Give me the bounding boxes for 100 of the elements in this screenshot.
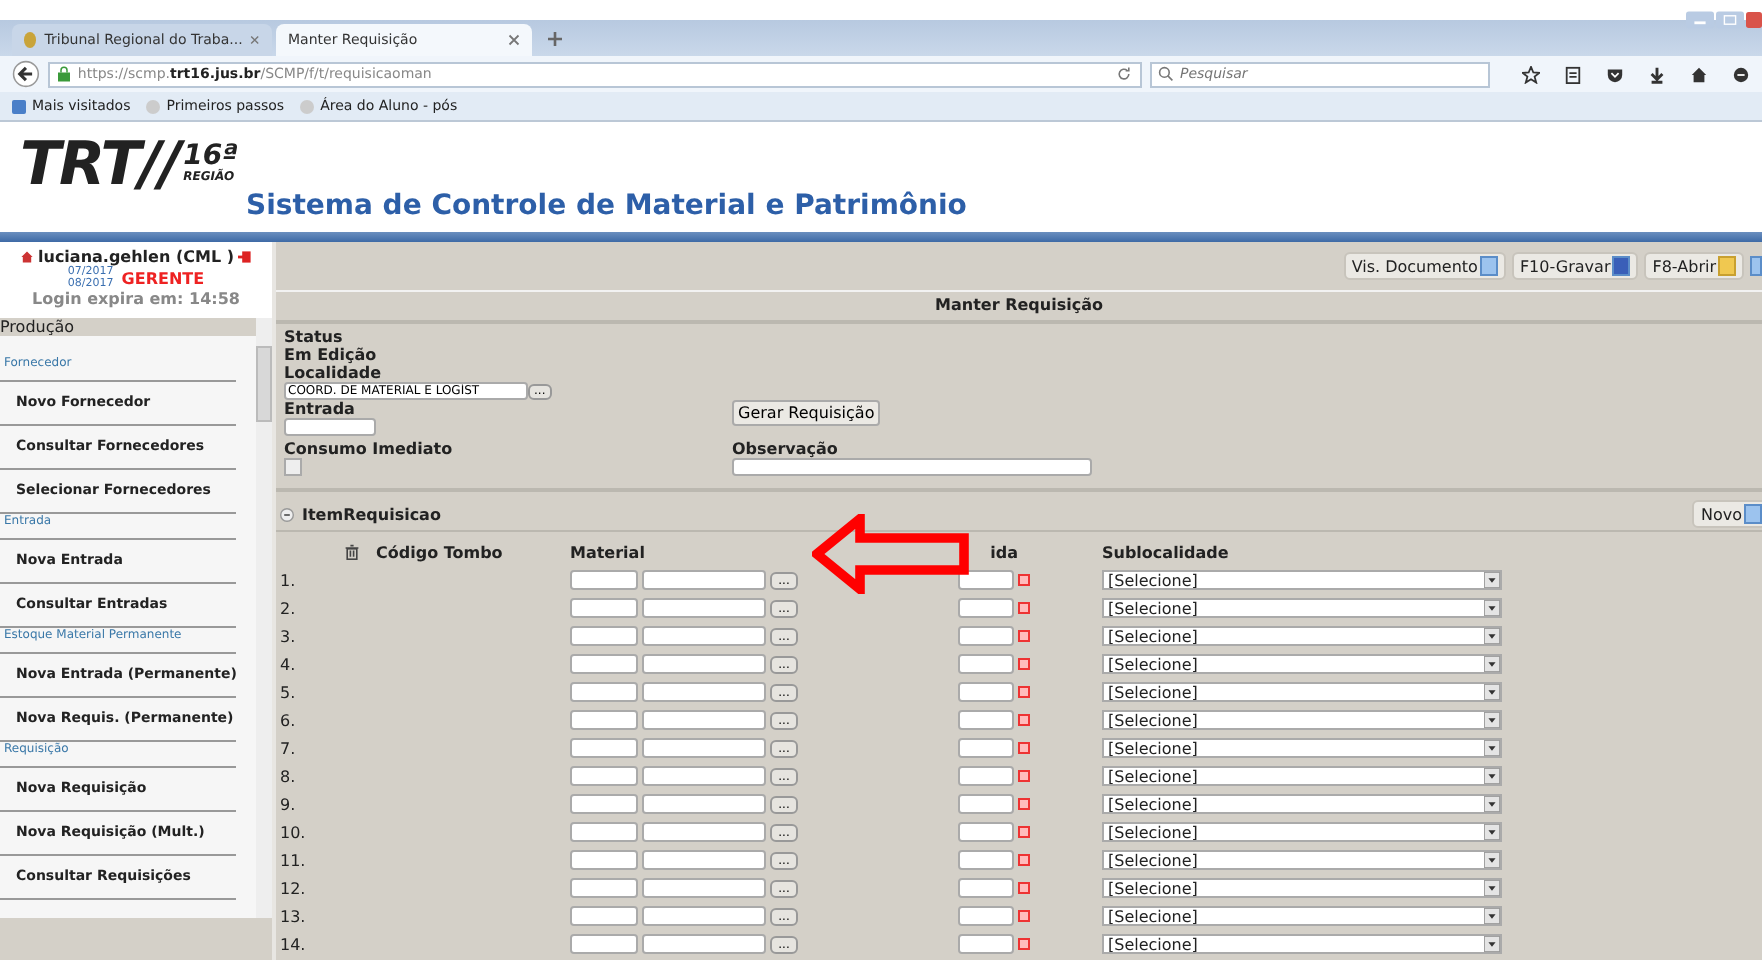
material-field[interactable] bbox=[642, 850, 766, 870]
material-code-field[interactable] bbox=[570, 738, 638, 758]
clipboard-icon[interactable] bbox=[1564, 65, 1582, 83]
sublocation-select[interactable]: [Selecione] bbox=[1102, 906, 1502, 926]
sublocation-select[interactable]: [Selecione] bbox=[1102, 710, 1502, 730]
material-field[interactable] bbox=[642, 598, 766, 618]
status-value: Em Edição bbox=[284, 346, 377, 364]
section-title: ItemRequisicao bbox=[302, 505, 443, 523]
sublocation-select[interactable]: [Selecione] bbox=[1102, 766, 1502, 786]
quantity-field[interactable] bbox=[958, 654, 1014, 674]
quantity-field[interactable] bbox=[958, 682, 1014, 702]
material-code-field[interactable] bbox=[570, 906, 638, 926]
checkbox[interactable] bbox=[284, 458, 302, 476]
material-field[interactable] bbox=[642, 738, 766, 758]
sublocation-select[interactable]: [Selecione] bbox=[1102, 794, 1502, 814]
dropdown-icon bbox=[1484, 908, 1500, 924]
row-number: 10. bbox=[278, 823, 308, 841]
material-code-field[interactable] bbox=[570, 710, 638, 730]
observacao-field[interactable] bbox=[732, 458, 1092, 476]
plus-icon[interactable] bbox=[548, 32, 562, 46]
sublocation-select[interactable]: [Selecione] bbox=[1102, 598, 1502, 618]
close-icon[interactable] bbox=[1746, 8, 1762, 32]
home-icon[interactable] bbox=[1690, 65, 1708, 83]
material-field[interactable] bbox=[642, 766, 766, 786]
quantity-field[interactable] bbox=[958, 850, 1014, 870]
material-code-field[interactable] bbox=[570, 626, 638, 646]
home-icon[interactable] bbox=[20, 250, 34, 264]
material-code-field[interactable] bbox=[570, 766, 638, 786]
toolbar-button[interactable]: F8-Abrir bbox=[1644, 252, 1744, 280]
download-icon[interactable] bbox=[1648, 65, 1666, 83]
material-field[interactable] bbox=[642, 906, 766, 926]
quantity-field[interactable] bbox=[958, 598, 1014, 618]
quantity-field[interactable] bbox=[958, 738, 1014, 758]
quantity-field[interactable] bbox=[958, 626, 1014, 646]
pocket-icon[interactable] bbox=[1606, 65, 1624, 83]
star-icon[interactable] bbox=[1522, 65, 1540, 83]
material-field[interactable] bbox=[642, 710, 766, 730]
scrollbar[interactable] bbox=[256, 318, 272, 918]
toolbar-button[interactable]: F10-Gravar bbox=[1511, 252, 1639, 280]
quantity-field[interactable] bbox=[958, 878, 1014, 898]
entrada-field[interactable] bbox=[284, 418, 376, 436]
row-number: 12. bbox=[278, 879, 308, 897]
material-field[interactable] bbox=[642, 794, 766, 814]
quantity-field[interactable] bbox=[958, 906, 1014, 926]
required-icon bbox=[1018, 826, 1030, 838]
observacao-label: Observação bbox=[732, 440, 838, 458]
sublocation-select[interactable]: [Selecione] bbox=[1102, 850, 1502, 870]
sublocation-select[interactable]: [Selecione] bbox=[1102, 934, 1502, 954]
quantity-field[interactable] bbox=[958, 934, 1014, 954]
sublocation-select[interactable]: [Selecione] bbox=[1102, 682, 1502, 702]
material-code-field[interactable] bbox=[570, 822, 638, 842]
quantity-field[interactable] bbox=[958, 710, 1014, 730]
required-icon bbox=[1018, 938, 1030, 950]
material-code-field[interactable] bbox=[570, 598, 638, 618]
sublocation-select[interactable]: [Selecione] bbox=[1102, 654, 1502, 674]
trash-icon[interactable] bbox=[344, 544, 360, 560]
sublocation-select[interactable]: [Selecione] bbox=[1102, 822, 1502, 842]
sublocation-select[interactable]: [Selecione] bbox=[1102, 626, 1502, 646]
row-number: 13. bbox=[278, 907, 308, 925]
exit-icon[interactable] bbox=[237, 250, 252, 264]
material-field[interactable] bbox=[642, 934, 766, 954]
lock-icon bbox=[57, 66, 70, 82]
material-code-field[interactable] bbox=[570, 934, 638, 954]
reload-icon[interactable] bbox=[1116, 66, 1132, 82]
region-number: 16ª bbox=[183, 142, 238, 170]
back-icon[interactable] bbox=[12, 60, 40, 88]
toolbar-button[interactable]: Vis. Documento bbox=[1343, 252, 1506, 280]
document-icon[interactable] bbox=[1750, 256, 1762, 276]
row-number: 4. bbox=[278, 655, 298, 673]
generate-button[interactable]: Gerar Requisição bbox=[732, 400, 881, 426]
close-icon[interactable] bbox=[250, 34, 260, 46]
material-field[interactable] bbox=[642, 654, 766, 674]
quantity-field[interactable] bbox=[958, 822, 1014, 842]
consumo-label: Consumo Imediato bbox=[284, 440, 453, 458]
material-code-field[interactable] bbox=[570, 794, 638, 814]
quantity-field[interactable] bbox=[958, 570, 1014, 590]
dropdown-icon bbox=[1484, 936, 1500, 952]
menu-header: Produção bbox=[0, 318, 256, 336]
sublocation-select[interactable]: [Selecione] bbox=[1102, 878, 1502, 898]
material-field[interactable] bbox=[642, 570, 766, 590]
close-icon[interactable] bbox=[508, 34, 520, 46]
material-field[interactable] bbox=[642, 682, 766, 702]
material-code-field[interactable] bbox=[570, 878, 638, 898]
collapse-icon[interactable] bbox=[280, 507, 294, 521]
quantity-field[interactable] bbox=[958, 766, 1014, 786]
material-code-field[interactable] bbox=[570, 570, 638, 590]
required-icon bbox=[1018, 910, 1030, 922]
sublocation-select[interactable]: [Selecione] bbox=[1102, 570, 1502, 590]
quantity-field[interactable] bbox=[958, 794, 1014, 814]
material-code-field[interactable] bbox=[570, 654, 638, 674]
required-icon bbox=[1018, 686, 1030, 698]
material-code-field[interactable] bbox=[570, 682, 638, 702]
dropdown-icon bbox=[1484, 824, 1500, 840]
dropdown-icon bbox=[1484, 852, 1500, 868]
material-field[interactable] bbox=[642, 822, 766, 842]
new-button[interactable]: Novo bbox=[1692, 500, 1762, 528]
material-code-field[interactable] bbox=[570, 850, 638, 870]
material-field[interactable] bbox=[642, 878, 766, 898]
sublocation-select[interactable]: [Selecione] bbox=[1102, 738, 1502, 758]
material-field[interactable] bbox=[642, 626, 766, 646]
